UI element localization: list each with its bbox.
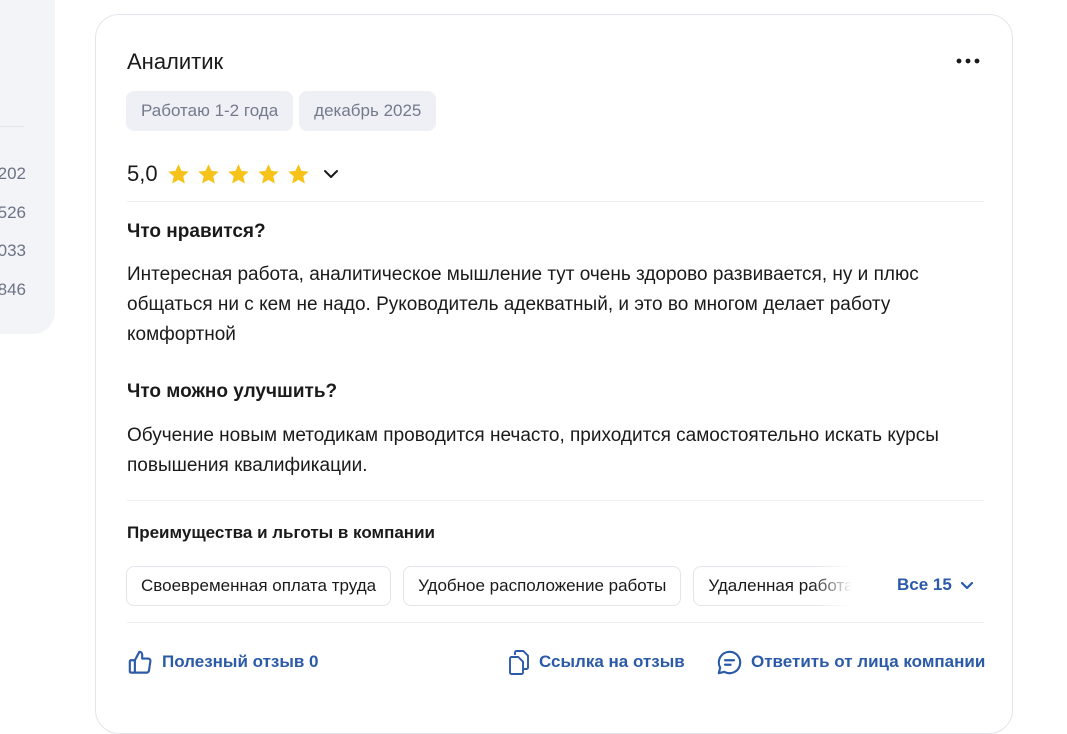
section-divider	[127, 500, 984, 501]
section-divider	[127, 201, 984, 202]
left-stat-number: 526	[0, 203, 26, 222]
left-divider	[0, 126, 24, 127]
benefit-chip[interactable]: Удобное расположение работы	[403, 566, 682, 606]
star-icon	[257, 163, 279, 183]
review-tags: Работаю 1-2 года декабрь 2025	[126, 91, 437, 131]
benefits-list: Своевременная оплата труда Удобное распо…	[126, 566, 852, 606]
chevron-down-icon	[323, 170, 338, 178]
reply-as-company-label: Ответить от лица компании	[751, 652, 986, 671]
date-tag: декабрь 2025	[299, 91, 437, 131]
helpful-review-button[interactable]: Полезный отзыв 0	[127, 647, 319, 677]
experience-tag: Работаю 1-2 года	[126, 91, 294, 131]
star-icon	[197, 163, 219, 183]
review-link-button[interactable]: Ссылка на отзыв	[507, 647, 685, 677]
improve-text: Обучение новым методикам проводится неча…	[127, 425, 939, 476]
chat-bubble-icon	[717, 650, 742, 674]
thumbs-up-icon	[128, 650, 152, 674]
rating-value: 5,0	[127, 161, 158, 186]
more-options-button[interactable]	[953, 51, 983, 71]
improve-heading: Что можно улучшить?	[127, 381, 338, 402]
more-dots-icon	[956, 58, 980, 64]
benefit-chip[interactable]: Удаленная работа	[693, 566, 852, 606]
left-stat-number: 033	[0, 241, 26, 260]
helpful-review-label: Полезный отзыв 0	[162, 652, 319, 671]
all-benefits-button[interactable]: Все 15	[897, 575, 974, 595]
section-divider	[127, 622, 984, 623]
star-icon	[227, 163, 249, 183]
star-icon	[167, 163, 189, 183]
review-card: Аналитик Работаю 1-2 года декабрь 2025 5…	[95, 14, 1013, 734]
benefits-heading: Преимущества и льготы в компании	[127, 523, 435, 542]
likes-text: Интересная работа, аналитическое мышлени…	[127, 264, 919, 345]
all-benefits-label: Все 15	[897, 575, 952, 594]
star-icon	[287, 163, 309, 183]
benefit-chip[interactable]: Своевременная оплата труда	[126, 566, 392, 606]
copy-link-icon	[509, 650, 529, 675]
left-stat-number: 846	[0, 280, 26, 299]
rating-row: 5,0	[127, 159, 339, 189]
left-stat-number: 202	[0, 164, 26, 183]
rating-stars	[166, 162, 311, 187]
reply-as-company-button[interactable]: Ответить от лица компании	[716, 647, 985, 677]
review-link-label: Ссылка на отзыв	[539, 652, 685, 671]
expand-rating-button[interactable]	[323, 169, 339, 179]
review-title: Аналитик	[127, 49, 224, 74]
likes-heading: Что нравится?	[127, 221, 266, 242]
chevron-down-icon	[960, 581, 973, 589]
